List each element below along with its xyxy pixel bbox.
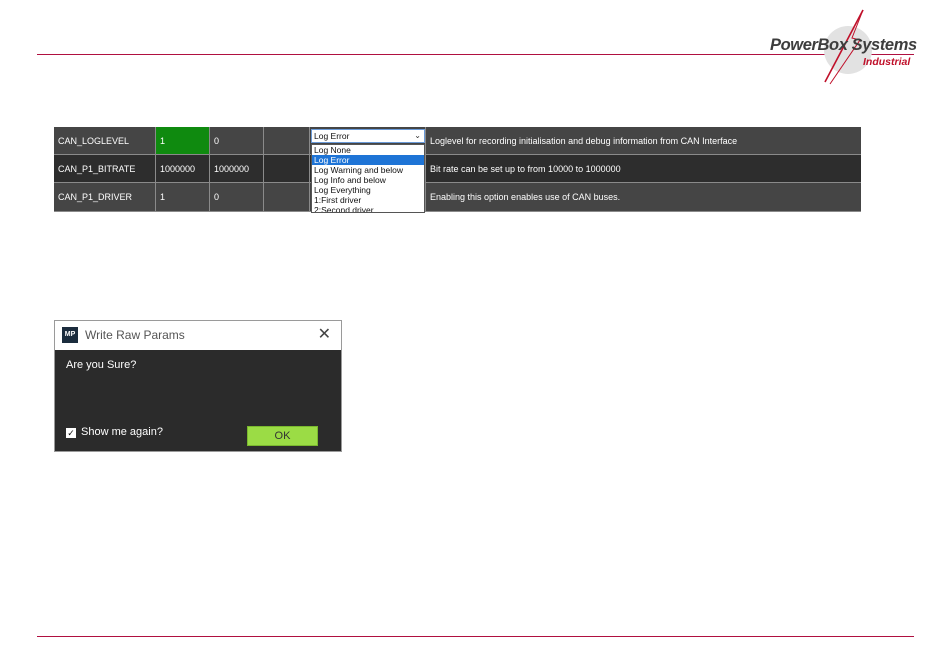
param-description-cell: Loglevel for recording initialisation an…	[426, 127, 861, 155]
dialog-titlebar[interactable]: MP Write Raw Params ✕	[55, 321, 341, 350]
param-default-cell: 0	[210, 183, 264, 212]
table-row[interactable]: CAN_LOGLEVEL 1 0 Loglevel for recording …	[54, 127, 861, 213]
param-units-cell	[264, 127, 310, 155]
write-raw-params-dialog: MP Write Raw Params ✕ Are you Sure? ✓ Sh…	[54, 320, 342, 452]
dropdown-option[interactable]: Log None	[312, 145, 424, 155]
ok-button[interactable]: OK	[247, 426, 318, 446]
footer-divider	[37, 636, 914, 637]
dropdown-option[interactable]: Log Everything	[312, 185, 424, 195]
combobox-value: Log Error	[314, 131, 350, 141]
dialog-title: Write Raw Params	[85, 328, 185, 342]
param-description-cell: Bit rate can be set up to from 10000 to …	[426, 155, 861, 183]
param-description-cell: Enabling this option enables use of CAN …	[426, 183, 861, 212]
powerbox-logo: PowerBox Systems Industrial	[760, 8, 930, 88]
app-icon: MP	[62, 327, 78, 343]
dialog-body: Are you Sure? ✓ Show me again? OK	[55, 350, 341, 451]
dropdown-option[interactable]: Log Info and below	[312, 175, 424, 185]
param-name-cell: CAN_P1_BITRATE	[54, 155, 156, 183]
show-again-label[interactable]: Show me again?	[81, 426, 163, 438]
table-row[interactable]: CAN_P1_BITRATE 1000000 1000000 Bit rate …	[54, 155, 861, 183]
logo-brand-text: PowerBox Systems	[770, 36, 917, 54]
table-row[interactable]: CAN_P1_DRIVER 1 0 Enabling this option e…	[54, 183, 861, 212]
loglevel-dropdown-list[interactable]: Log None Log Error Log Warning and below…	[311, 144, 425, 213]
param-units-cell	[264, 183, 310, 212]
dropdown-option-selected[interactable]: Log Error	[312, 155, 424, 165]
param-value-cell[interactable]: 1	[156, 127, 210, 155]
loglevel-combobox[interactable]: Log Error ⌄	[311, 129, 425, 143]
dropdown-option[interactable]: Log Warning and below	[312, 165, 424, 175]
close-icon[interactable]: ✕	[318, 321, 331, 349]
parameter-table: CAN_LOGLEVEL 1 0 Loglevel for recording …	[54, 127, 861, 213]
dialog-question: Are you Sure?	[66, 359, 137, 371]
show-again-checkbox[interactable]: ✓	[66, 428, 76, 438]
param-units-cell	[264, 155, 310, 183]
param-default-cell: 0	[210, 127, 264, 155]
dropdown-option[interactable]: 2:Second driver	[312, 205, 424, 212]
dropdown-option[interactable]: 1:First driver	[312, 195, 424, 205]
chevron-down-icon[interactable]: ⌄	[414, 130, 421, 142]
logo-sub-text: Industrial	[863, 56, 911, 68]
param-name-cell: CAN_P1_DRIVER	[54, 183, 156, 212]
param-value-cell[interactable]: 1000000	[156, 155, 210, 183]
param-name-cell: CAN_LOGLEVEL	[54, 127, 156, 155]
param-value-cell[interactable]: 1	[156, 183, 210, 212]
param-default-cell: 1000000	[210, 155, 264, 183]
